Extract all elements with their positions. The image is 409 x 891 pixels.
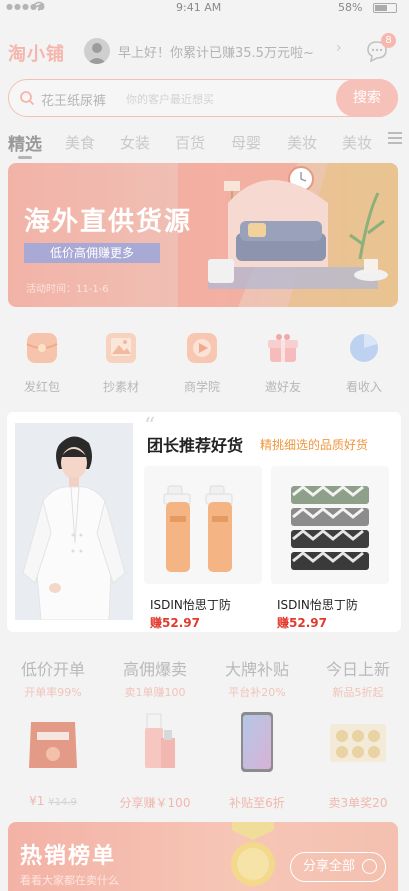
deal-price: 卖3单奖20: [328, 796, 388, 810]
tab-food[interactable]: 美食: [65, 132, 95, 153]
quick-academy[interactable]: 商学院: [167, 322, 237, 395]
deal-image: [145, 713, 175, 768]
app-logo: 淘小铺: [8, 44, 65, 65]
battery-icon: [373, 3, 397, 13]
product-card[interactable]: ISDIN怡思丁防 赚52.97: [144, 466, 262, 631]
product-earn: 赚52.97: [277, 616, 327, 630]
deal-image: [330, 724, 386, 762]
tab-beauty-2[interactable]: 美妆: [342, 132, 372, 153]
deal-price: 补贴至6折: [229, 796, 285, 810]
play-video-icon: [187, 333, 217, 363]
featured-card: “ 团长推荐好货 精挑细选的品质好货 ISDIN怡思丁防 赚52.97 ISDI…: [7, 412, 401, 632]
banner-subtitle: 低价高佣赚更多: [24, 243, 160, 263]
deal-subtitle: 平台补20%: [228, 686, 286, 699]
search-icon: [20, 91, 35, 106]
search-button[interactable]: 搜索: [336, 78, 398, 117]
banner-date: 活动时间：11-1-6: [26, 284, 109, 295]
deal-subtitle: 卖1单赚100: [124, 686, 186, 699]
deal-title: 低价开单: [20, 660, 85, 679]
hot-list-title: 热销榜单: [20, 844, 117, 869]
battery-percent: 58%: [338, 1, 363, 14]
tab-general[interactable]: 百货: [175, 132, 205, 153]
red-packet-icon: [26, 333, 58, 363]
deal-brand-subsidy[interactable]: 大牌补贴 平台补20% 补贴至6折: [206, 650, 308, 811]
category-tabs: 精选 美食 女装 百货 母婴 美妆 美妆: [0, 128, 409, 164]
deal-low-price[interactable]: 低价开单 开单率99% ¥1 ¥14.9: [2, 650, 104, 808]
deal-price: ¥1: [29, 794, 45, 808]
gift-box-icon: [268, 334, 298, 362]
deal-subtitle: 新品5折起: [332, 686, 384, 699]
deal-image: [29, 722, 77, 768]
share-icon: [362, 859, 377, 874]
quick-label: 抄素材: [102, 380, 139, 394]
product-name: ISDIN怡思丁防: [277, 598, 358, 612]
deal-price: 分享赚￥100: [119, 796, 191, 810]
greeting-text[interactable]: 早上好！你累计已赚35.5万元啦~: [118, 42, 314, 61]
tab-women[interactable]: 女装: [120, 132, 150, 153]
product-image: [271, 466, 389, 584]
quick-invite[interactable]: 邀好友: [248, 322, 318, 395]
product-card[interactable]: ISDIN怡思丁防 赚52.97: [271, 466, 389, 631]
medal-icon: [231, 822, 275, 886]
tab-baby[interactable]: 母婴: [231, 132, 261, 153]
deal-subtitle: 开单率99%: [24, 686, 82, 699]
chevron-right-icon[interactable]: ›: [336, 40, 342, 56]
search-keyword[interactable]: 花王纸尿裤: [41, 90, 106, 109]
featured-title: 团长推荐好货: [147, 436, 244, 455]
tab-featured[interactable]: 精选: [8, 130, 42, 155]
message-badge: 8: [381, 33, 396, 48]
quick-red-packet[interactable]: 发红包: [7, 322, 77, 395]
banner-pager: [194, 297, 221, 307]
deal-image: [241, 712, 273, 772]
status-time: 9:41 AM: [176, 1, 222, 14]
banner-title: 海外直供货源: [24, 207, 193, 237]
deal-sections: 低价开单 开单率99% ¥1 ¥14.9 高佣爆卖 卖1单赚100 分享赚￥10…: [0, 650, 409, 811]
avatar[interactable]: [84, 38, 110, 64]
quick-label: 商学院: [183, 380, 220, 394]
quick-income[interactable]: 看收入: [329, 322, 399, 395]
deal-title: 高佣爆卖: [122, 660, 187, 679]
menu-icon[interactable]: [388, 132, 402, 146]
deal-title: 大牌补贴: [224, 660, 289, 679]
deal-old-price: ¥14.9: [48, 797, 77, 808]
product-name: ISDIN怡思丁防: [150, 598, 231, 612]
product-image: [144, 466, 262, 584]
tab-beauty[interactable]: 美妆: [287, 132, 317, 153]
wifi-icon: [33, 1, 45, 11]
quick-actions: 发红包 抄素材 商学院 邀好友 看收入: [0, 322, 409, 398]
hot-list-subtitle: 看看大家都在卖什么: [20, 874, 119, 887]
living-room-illustration: [178, 163, 398, 307]
hot-list-banner[interactable]: 热销榜单 看看大家都在卖什么 分享全部: [8, 822, 398, 891]
share-all-button[interactable]: 分享全部: [290, 852, 386, 882]
quick-material[interactable]: 抄素材: [86, 322, 156, 395]
image-material-icon: [106, 333, 136, 363]
app-header: 淘小铺 早上好！你累计已赚35.5万元啦~ › 8: [0, 30, 409, 70]
deal-new-arrivals[interactable]: 今日上新 新品5折起 卖3单奖20: [307, 650, 409, 811]
deal-high-commission[interactable]: 高佣爆卖 卖1单赚100 分享赚￥100: [104, 650, 206, 811]
quick-label: 发红包: [23, 380, 60, 394]
search-bar[interactable]: 花王纸尿裤 你的客户最近想买 搜索: [8, 78, 398, 117]
share-all-label: 分享全部: [303, 859, 356, 874]
featured-subtitle: 精挑细选的品质好货: [260, 438, 369, 452]
promoter-photo[interactable]: [15, 423, 133, 620]
pie-chart-icon: [350, 334, 378, 362]
search-placeholder: 你的客户最近想买: [126, 93, 214, 106]
product-earn: 赚52.97: [150, 616, 200, 630]
tab-indicator: [18, 156, 32, 159]
quick-label: 看收入: [345, 380, 382, 394]
deal-title: 今日上新: [325, 660, 390, 679]
status-bar: ●●●●● 9:41 AM 58%: [0, 0, 409, 16]
quick-label: 邀好友: [264, 380, 301, 394]
promo-banner[interactable]: 海外直供货源 低价高佣赚更多 活动时间：11-1-6: [8, 163, 398, 307]
